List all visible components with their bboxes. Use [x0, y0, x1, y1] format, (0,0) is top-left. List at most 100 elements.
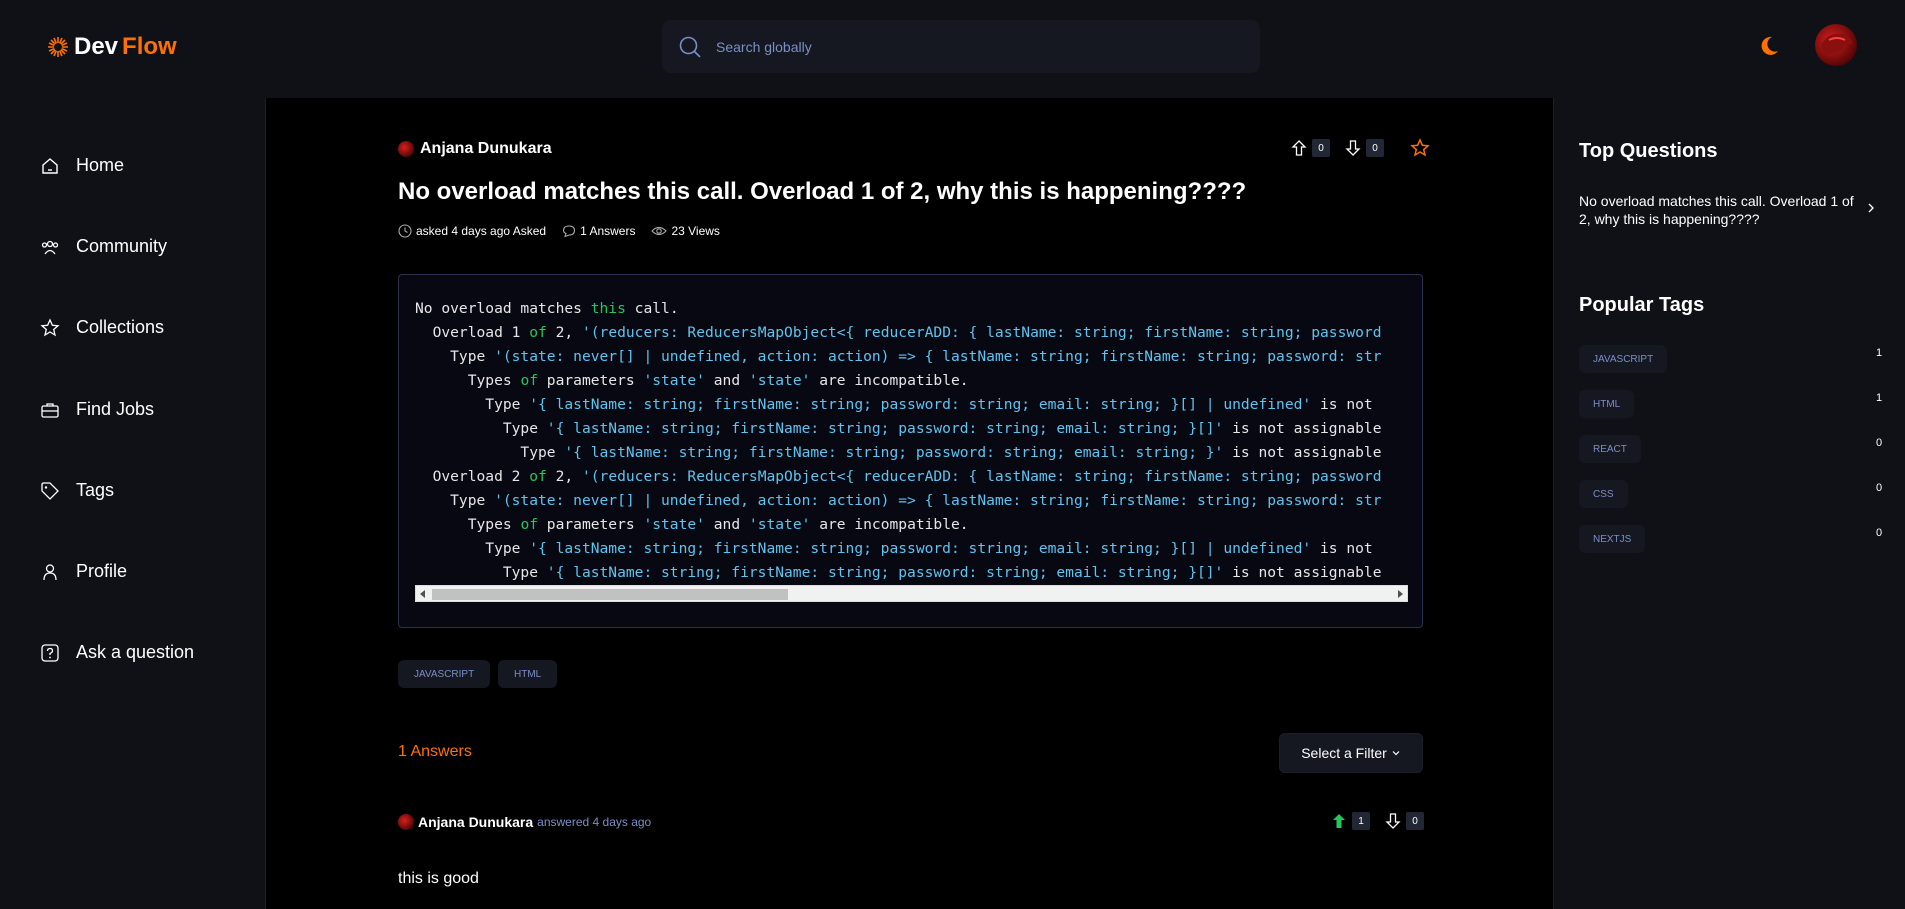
answer-votes: 1 0 [1330, 812, 1424, 830]
sun-logo-icon [48, 37, 68, 57]
tag-count: 1 [1876, 392, 1883, 404]
sidebar-item-profile[interactable]: Profile [40, 561, 127, 582]
clock-icon [398, 224, 412, 238]
top-questions-title: Top Questions [1579, 140, 1718, 162]
sidebar-item-find-jobs[interactable]: Find Jobs [40, 399, 154, 420]
code-line: Types of parameters 'state' and 'state' … [415, 516, 969, 533]
code-line: Type '{ lastName: string; firstName: str… [415, 540, 1373, 557]
top-question-link[interactable]: No overload matches this call. Overload … [1579, 192, 1869, 228]
home-icon [42, 157, 58, 174]
avatar [398, 814, 414, 830]
search-input[interactable]: Search globally [716, 39, 812, 55]
scroll-left-arrow-icon[interactable] [420, 590, 425, 598]
downvote-count: 0 [1366, 139, 1384, 157]
upvote-count: 1 [1352, 812, 1370, 830]
popular-tag[interactable]: REACT [1579, 435, 1641, 463]
sidebar-item-collections[interactable]: Collections [40, 317, 164, 338]
downvote-icon[interactable] [1384, 812, 1402, 830]
views-meta: 23 Views [651, 224, 720, 238]
popular-tag[interactable]: HTML [1579, 390, 1635, 418]
users-icon [41, 240, 59, 254]
downvote-icon[interactable] [1344, 139, 1362, 157]
upvote-count: 0 [1312, 139, 1330, 157]
left-sidebar: Home Community Collections Find Jobs Tag… [0, 98, 266, 909]
popular-tag[interactable]: NEXTJS [1579, 525, 1646, 553]
code-line: Type '{ lastName: string; firstName: str… [415, 420, 1382, 437]
author-name: Anjana Dunukara [418, 814, 534, 830]
question-tag[interactable]: JAVASCRIPT [398, 660, 491, 688]
logo-text-flow: Flow [122, 33, 177, 60]
sidebar-item-label: Ask a question [76, 642, 195, 662]
sidebar-item-label: Profile [76, 561, 128, 581]
sidebar-item-ask-question[interactable]: Ask a question [40, 642, 194, 663]
question-author[interactable]: Anjana Dunukara [398, 140, 552, 158]
question-votes: 0 0 [1290, 138, 1430, 158]
code-line: Types of parameters 'state' and 'state' … [415, 372, 969, 389]
question-icon [41, 643, 59, 662]
upvote-icon[interactable] [1290, 139, 1308, 157]
search-icon [679, 36, 701, 58]
question-meta: asked 4 days ago Asked 1 Answers 23 View… [398, 224, 720, 238]
top-navbar: Dev Flow Search globally [0, 0, 1905, 98]
question-title: No overload matches this call. Overload … [398, 178, 1247, 205]
code-line: Type '{ lastName: string; firstName: str… [415, 444, 1382, 461]
code-line: Overload 1 of 2, '(reducers: ReducersMap… [415, 324, 1382, 341]
popular-tag[interactable]: CSS [1579, 480, 1628, 508]
code-line: No overload matches this call. [415, 300, 679, 317]
message-icon [563, 225, 576, 238]
sidebar-item-label: Tags [76, 480, 115, 500]
logo-text-dev: Dev [74, 33, 119, 60]
answers-meta: 1 Answers [562, 224, 635, 238]
eye-icon [651, 226, 668, 236]
chevron-down-icon [1392, 751, 1400, 756]
tag-count: 0 [1876, 482, 1883, 494]
code-block: No overload matches this call. Overload … [398, 274, 1423, 628]
tag-icon [41, 481, 59, 500]
answer-filter-select[interactable]: Select a Filter [1279, 733, 1423, 773]
sidebar-item-tags[interactable]: Tags [40, 480, 114, 501]
code-line: Type '{ lastName: string; firstName: str… [415, 564, 1382, 581]
answer-body: this is good [398, 870, 479, 887]
downvote-count: 0 [1406, 812, 1424, 830]
avatar-image [1821, 33, 1853, 54]
star-icon[interactable] [1410, 138, 1430, 158]
sidebar-item-label: Collections [76, 317, 165, 337]
horizontal-scrollbar[interactable] [415, 585, 1408, 602]
answers-count: 1 Answers [398, 743, 472, 760]
sidebar-item-home[interactable]: Home [40, 155, 124, 176]
popular-tags-title: Popular Tags [1579, 294, 1705, 316]
briefcase-icon [41, 402, 59, 418]
sidebar-item-label: Community [76, 236, 168, 256]
code-content: No overload matches this call. Overload … [415, 297, 1408, 585]
code-line: Type '(state: never[] | undefined, actio… [415, 492, 1382, 509]
code-line: Overload 2 of 2, '(reducers: ReducersMap… [415, 468, 1382, 485]
popular-tag[interactable]: JAVASCRIPT [1579, 345, 1668, 373]
user-icon [43, 563, 57, 580]
sidebar-item-community[interactable]: Community [40, 236, 167, 257]
star-icon [40, 317, 60, 336]
sidebar-item-label: Home [76, 155, 125, 175]
scroll-right-arrow-icon[interactable] [1398, 590, 1403, 598]
asked-text: asked 4 days ago Asked [416, 224, 547, 238]
code-line: Type '{ lastName: string; firstName: str… [415, 396, 1373, 413]
scroll-thumb[interactable] [432, 589, 788, 600]
views-text: 23 Views [671, 224, 720, 238]
chevron-right-icon[interactable] [1865, 202, 1877, 214]
global-search[interactable]: Search globally [662, 20, 1260, 73]
upvote-filled-icon[interactable] [1330, 812, 1348, 830]
moon-icon[interactable] [1758, 35, 1780, 57]
code-line: Type '(state: never[] | undefined, actio… [415, 348, 1382, 365]
logo[interactable]: Dev Flow [46, 33, 177, 61]
filter-label: Select a Filter [1301, 745, 1387, 761]
user-avatar[interactable] [1815, 24, 1857, 66]
question-tag[interactable]: HTML [498, 660, 558, 688]
sidebar-item-label: Find Jobs [76, 399, 155, 419]
tag-count: 1 [1876, 347, 1883, 359]
author-name: Anjana Dunukara [420, 140, 552, 157]
answers-text: 1 Answers [580, 224, 636, 238]
question-main: Anjana Dunukara 0 0 No overload matches … [266, 98, 1553, 909]
right-sidebar: Top Questions No overload matches this c… [1553, 98, 1905, 909]
asked-meta: asked 4 days ago Asked [398, 224, 546, 238]
answer-time: answered 4 days ago [537, 815, 652, 829]
answer-author[interactable]: Anjana Dunukara answered 4 days ago [398, 814, 651, 830]
